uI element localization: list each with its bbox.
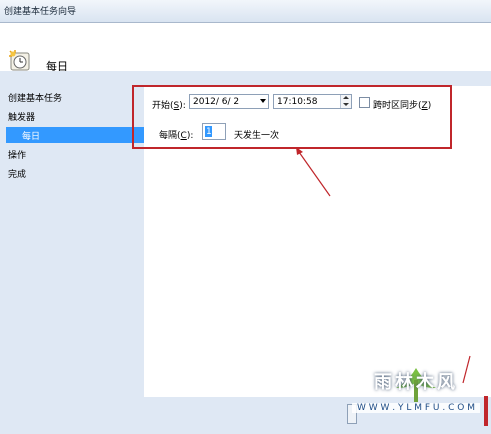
watermark-text: 雨林木风 [374, 372, 458, 393]
annotation-mark [484, 396, 488, 426]
watermark-url: W W W . Y L M F U . C O M [352, 403, 480, 413]
